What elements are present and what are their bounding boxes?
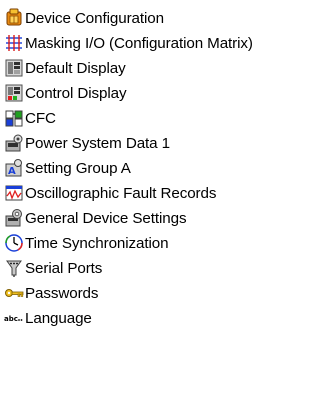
device-configuration-icon <box>3 8 24 29</box>
control-display-icon <box>3 83 24 104</box>
tree-item-masking-io[interactable]: Masking I/O (Configuration Matrix) <box>3 31 253 55</box>
tree-item-power-system-data-1[interactable]: Power System Data 1 <box>3 131 170 155</box>
tree-item-label: Masking I/O (Configuration Matrix) <box>25 34 253 52</box>
tree-item-general-device-settings[interactable]: General Device Settings <box>3 206 187 230</box>
tree-item-time-synchronization[interactable]: Time Synchronization <box>3 231 169 255</box>
time-sync-icon <box>3 233 24 254</box>
tree-item-default-display[interactable]: Default Display <box>3 56 126 80</box>
tree-item-label: General Device Settings <box>25 209 187 227</box>
tree-item-control-display[interactable]: Control Display <box>3 81 127 105</box>
setting-group-icon: A <box>3 158 24 179</box>
tree-item-setting-group-a[interactable]: A Setting Group A <box>3 156 131 180</box>
tree-item-label: Device Configuration <box>25 9 164 27</box>
power-system-data-icon <box>3 133 24 154</box>
key-icon <box>3 283 24 304</box>
svg-text:A: A <box>8 166 16 177</box>
svg-text:abc: abc <box>4 315 18 323</box>
serial-ports-icon <box>3 258 24 279</box>
tree-item-label: Serial Ports <box>25 259 103 277</box>
tree-item-oscillographic-fault-records[interactable]: Oscillographic Fault Records <box>3 181 216 205</box>
tree-item-cfc[interactable]: CFC <box>3 106 56 130</box>
general-settings-icon <box>3 208 24 229</box>
default-display-icon <box>3 58 24 79</box>
tree-item-label: Power System Data 1 <box>25 134 170 152</box>
tree-item-serial-ports[interactable]: Serial Ports <box>3 256 102 280</box>
masking-matrix-icon <box>3 33 24 54</box>
tree-item-label: Language <box>25 309 92 327</box>
tree-item-device-configuration[interactable]: Device Configuration <box>3 6 164 30</box>
tree-item-label: Time Synchronization <box>25 234 169 252</box>
tree-item-language[interactable]: abc Language <box>3 306 92 330</box>
tree-item-label: CFC <box>25 109 56 127</box>
tree-item-label: Control Display <box>25 84 127 102</box>
tree-item-label: Passwords <box>25 284 99 302</box>
tree-item-label: Default Display <box>25 59 126 77</box>
tree-item-label: Oscillographic Fault Records <box>25 184 217 202</box>
cfc-icon <box>3 108 24 129</box>
settings-tree: Device Configuration Masking I/O (Config… <box>0 0 327 394</box>
tree-item-passwords[interactable]: Passwords <box>3 281 98 305</box>
language-icon: abc <box>3 308 24 329</box>
tree-item-label: Setting Group A <box>25 159 131 177</box>
oscillographic-records-icon <box>3 183 24 204</box>
